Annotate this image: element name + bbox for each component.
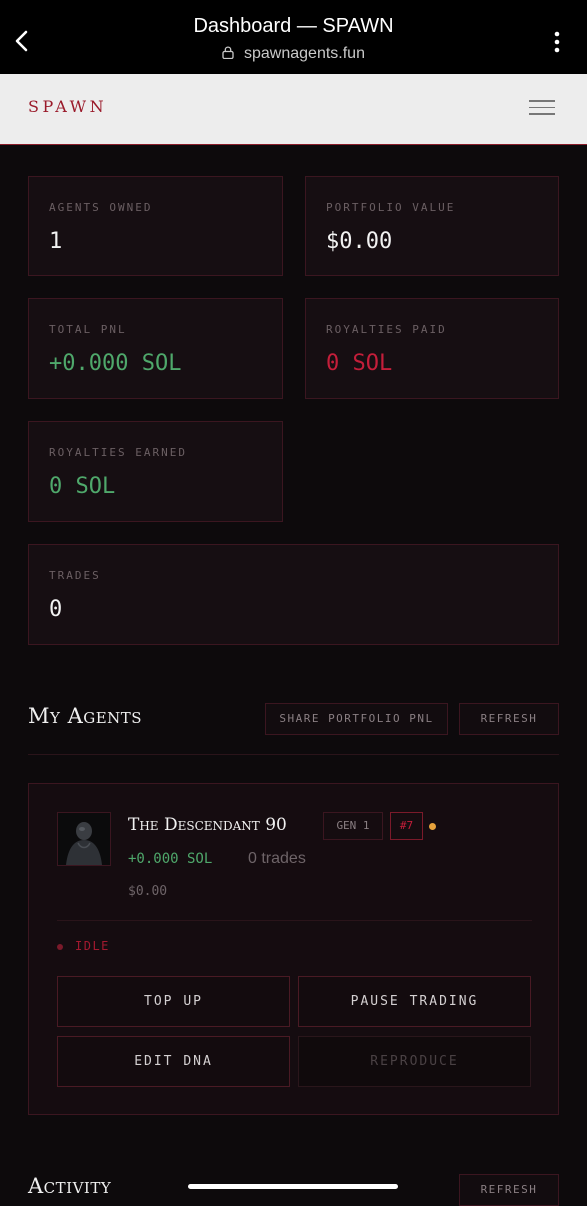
stat-label: PORTFOLIO VALUE [326,201,456,214]
agent-value: $0.00 [128,884,168,899]
browser-toolbar: Dashboard — SPAWN spawnagents.fun [0,0,587,74]
agent-card[interactable]: The Descendant 90 GEN 1 #7 +0.000 SOL 0 … [28,783,559,1115]
stat-value: 1 [49,229,63,254]
url-text: spawnagents.fun [244,45,365,62]
stat-label: TOTAL PNL [49,323,127,336]
stat-label: ROYALTIES PAID [326,323,447,336]
browser-url[interactable]: spawnagents.fun [0,45,587,63]
logo[interactable]: SPAWN [28,97,107,116]
agent-name[interactable]: The Descendant 90 [128,815,287,835]
agent-trade-count: 0 trades [248,850,306,867]
status-indicator-icon [429,823,436,830]
stat-card-royalties-paid: ROYALTIES PAID 0 SOL [305,298,559,399]
idle-status-dot-icon [57,944,63,950]
top-up-button[interactable]: TOP UP [57,976,290,1027]
section-divider [28,754,559,755]
stat-value: $0.00 [326,229,393,254]
more-options-icon[interactable] [553,30,561,54]
my-agents-heading: My Agents [28,704,143,728]
stat-value: 0 [49,597,63,622]
agent-pnl: +0.000 SOL [128,851,213,867]
stat-card-agents-owned: AGENTS OWNED 1 [28,176,283,276]
browser-title: Dashboard — SPAWN [193,15,394,37]
lock-icon [222,46,234,59]
agent-card-divider [57,920,532,921]
stat-label: TRADES [49,569,101,582]
refresh-activity-button[interactable]: REFRESH [459,1174,559,1206]
stat-card-total-pnl: TOTAL PNL +0.000 SOL [28,298,283,399]
stat-value: +0.000 SOL [49,351,182,376]
hamburger-menu-icon[interactable] [529,100,555,118]
refresh-agents-button[interactable]: REFRESH [459,703,559,735]
agent-status: IDLE [75,939,110,953]
stat-value: 0 SOL [326,351,393,376]
stat-value: 0 SOL [49,474,116,499]
rank-badge: #7 [390,812,423,840]
edit-dna-button[interactable]: EDIT DNA [57,1036,290,1087]
pause-trading-button[interactable]: PAUSE TRADING [298,976,531,1027]
stat-card-portfolio-value: PORTFOLIO VALUE $0.00 [305,176,559,276]
site-header: SPAWN [0,74,587,145]
generation-badge: GEN 1 [323,812,383,840]
agent-avatar-image [58,813,110,865]
activity-heading: Activity [28,1174,112,1198]
share-portfolio-pnl-button[interactable]: SHARE PORTFOLIO PNL [265,703,448,735]
stat-card-trades: TRADES 0 [28,544,559,645]
stat-label: AGENTS OWNED [49,201,153,214]
stat-label: ROYALTIES EARNED [49,446,187,459]
agent-avatar [57,812,111,866]
home-indicator[interactable] [188,1184,398,1189]
stat-card-royalties-earned: ROYALTIES EARNED 0 SOL [28,421,283,522]
reproduce-button[interactable]: REPRODUCE [298,1036,531,1087]
